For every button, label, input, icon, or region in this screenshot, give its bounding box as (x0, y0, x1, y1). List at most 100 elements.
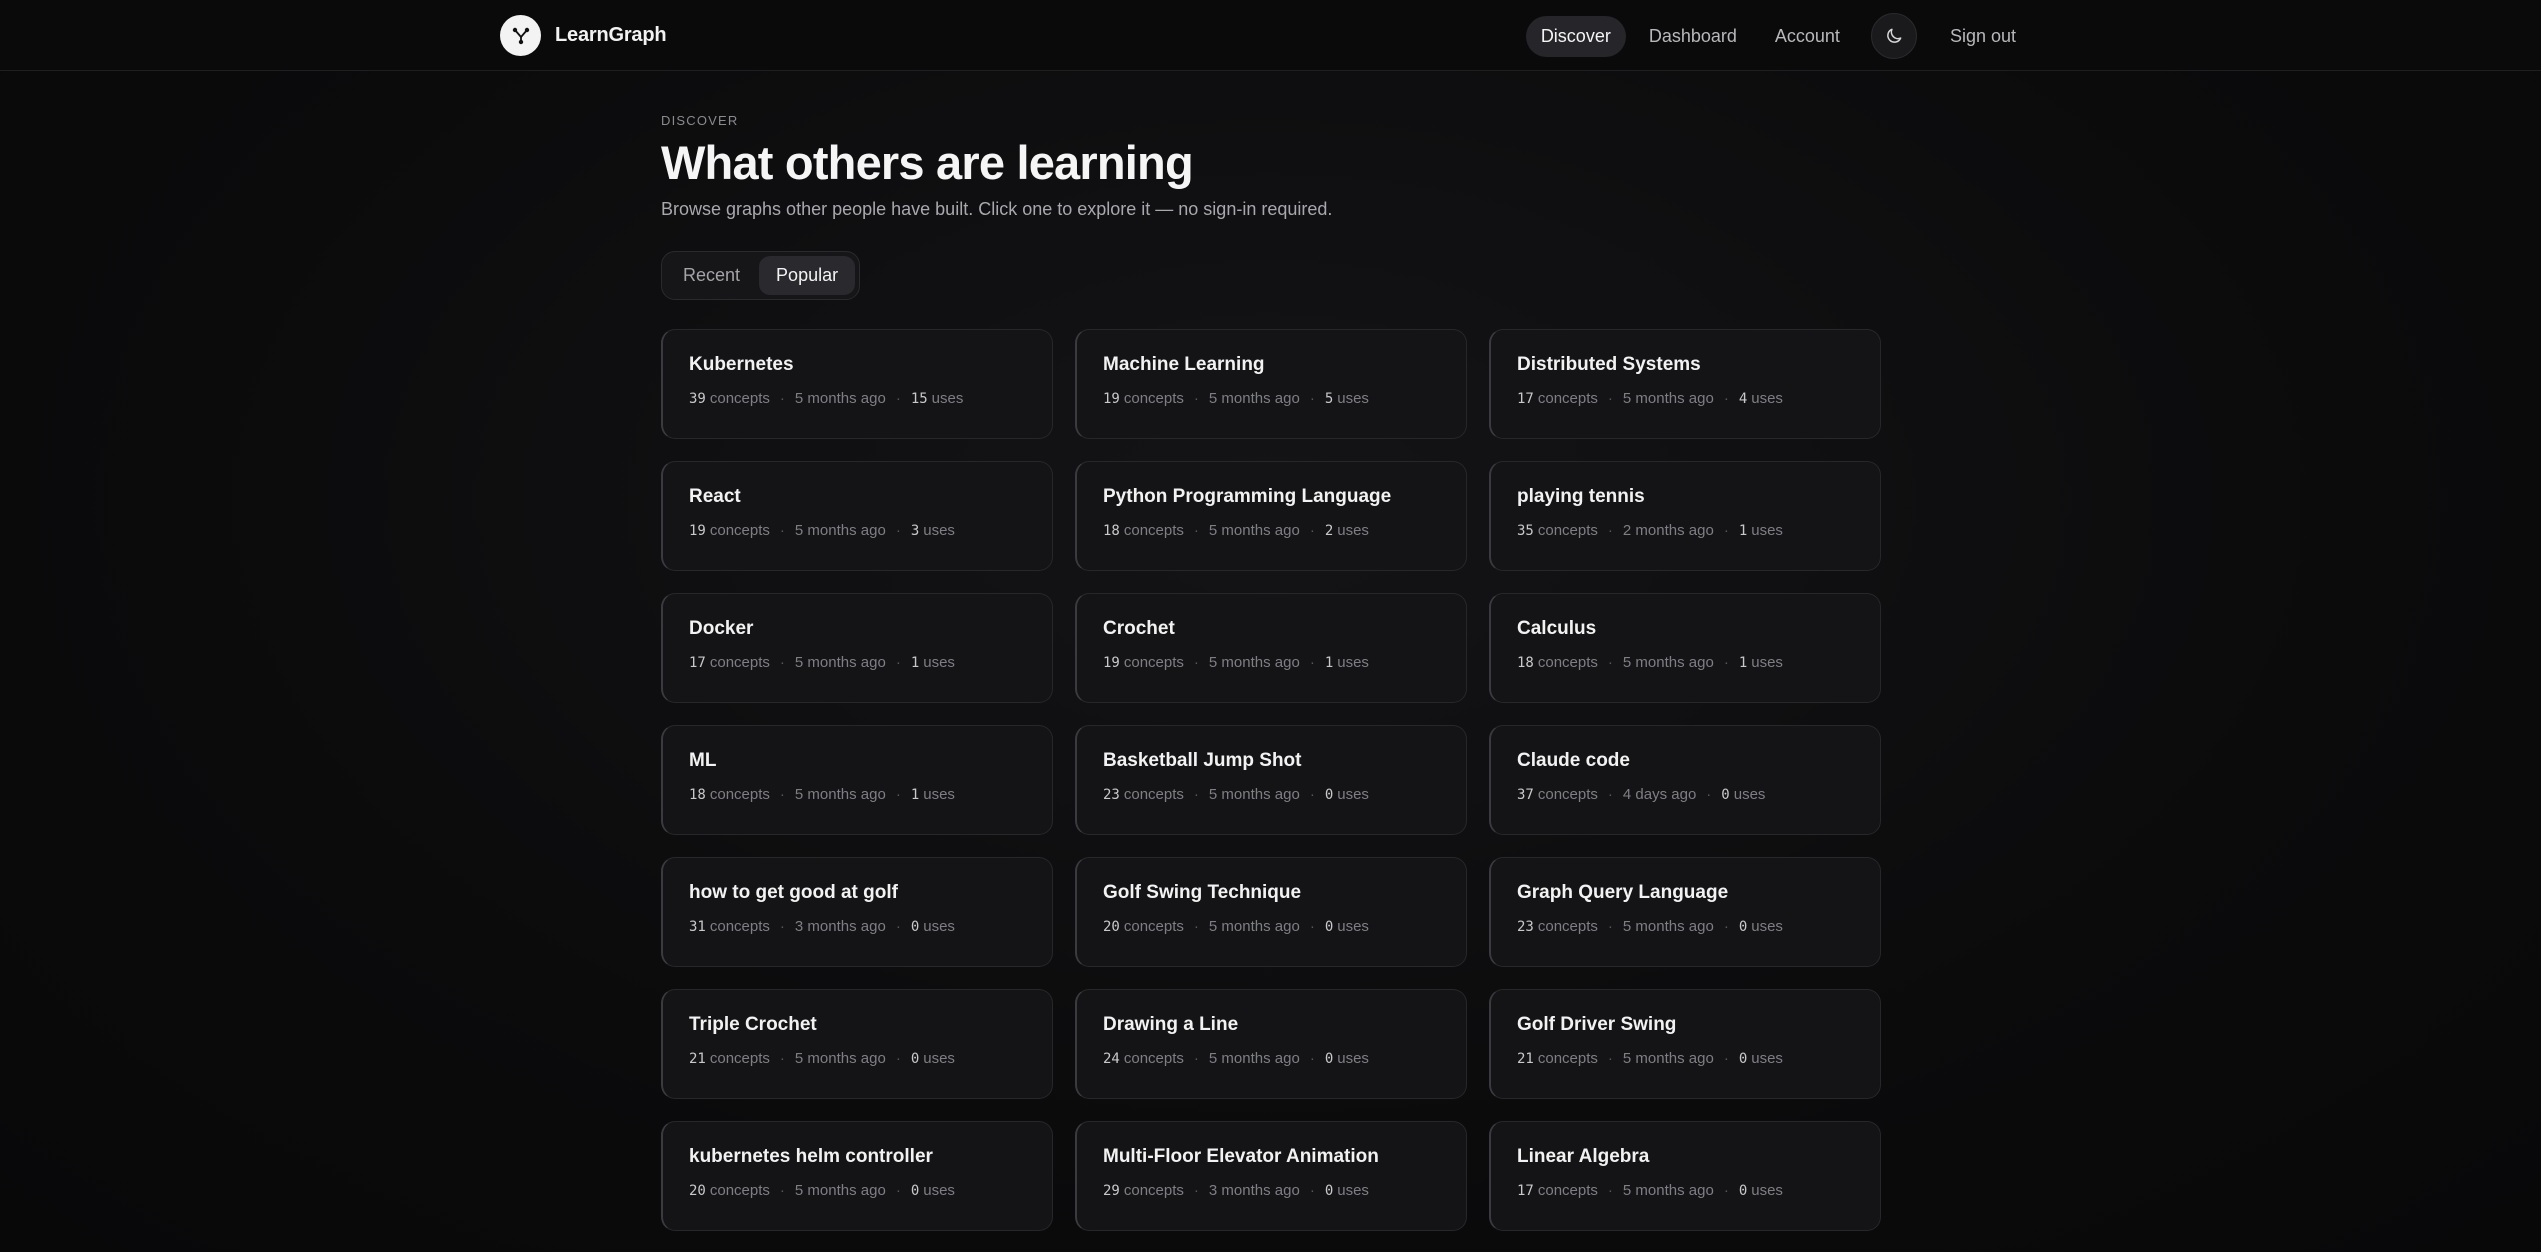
uses-label: uses (923, 654, 955, 671)
meta-separator: · (1309, 786, 1315, 803)
graph-card[interactable]: Docker 17 concepts · 5 months ago · 1 uses (661, 593, 1053, 703)
uses-label: uses (1751, 390, 1783, 407)
meta-separator: · (895, 654, 901, 671)
graph-card-meta: 17 concepts · 5 months ago · 1 uses (689, 654, 1026, 671)
graph-card[interactable]: Basketball Jump Shot 23 concepts · 5 months … (1075, 725, 1467, 835)
meta-separator: · (1607, 390, 1613, 407)
graph-card-meta: 29 concepts · 3 months ago · 0 uses (1103, 1182, 1440, 1199)
concept-count: 39 (689, 390, 706, 407)
nav-dashboard[interactable]: Dashboard (1634, 16, 1752, 57)
concepts-label: concepts (709, 522, 770, 539)
concepts-label: concepts (1123, 918, 1184, 935)
graph-card[interactable]: Claude code 37 concepts · 4 days ago · 0 uses (1489, 725, 1881, 835)
meta-separator: · (1193, 390, 1199, 407)
uses-label: uses (923, 522, 955, 539)
meta-separator: · (1193, 786, 1199, 803)
concepts-label: concepts (1123, 390, 1184, 407)
graph-card[interactable]: Graph Query Language 23 concepts · 5 months … (1489, 857, 1881, 967)
graph-card[interactable]: Triple Crochet 21 concepts · 5 months ago · 0 u… (661, 989, 1053, 1099)
updated-time: 5 months ago (1622, 390, 1714, 407)
graph-card[interactable]: Machine Learning 19 concepts · 5 months ago ·… (1075, 329, 1467, 439)
graph-card[interactable]: ML 18 concepts · 5 months ago · 1 uses (661, 725, 1053, 835)
uses-label: uses (1751, 1050, 1783, 1067)
uses-label: uses (1337, 1050, 1369, 1067)
concepts-label: concepts (1537, 654, 1598, 671)
updated-time: 5 months ago (794, 1050, 886, 1067)
concepts-label: concepts (709, 654, 770, 671)
nav-account[interactable]: Account (1760, 16, 1855, 57)
graph-card[interactable]: Kubernetes 39 concepts · 5 months ago · 15 uses (661, 329, 1053, 439)
meta-separator: · (779, 1182, 785, 1199)
graph-card[interactable]: Golf Driver Swing 21 concepts · 5 months ago… (1489, 989, 1881, 1099)
meta-separator: · (1309, 522, 1315, 539)
meta-separator: · (1607, 654, 1613, 671)
tab-popular[interactable]: Popular (759, 256, 856, 295)
use-count: 1 (1738, 522, 1748, 539)
meta-separator: · (1309, 654, 1315, 671)
updated-time: 5 months ago (1208, 786, 1300, 803)
graph-card[interactable]: React 19 concepts · 5 months ago · 3 uses (661, 461, 1053, 571)
graph-card[interactable]: Linear Algebra 17 concepts · 5 months ago · 0 u… (1489, 1121, 1881, 1231)
graph-card[interactable]: Calculus 18 concepts · 5 months ago · 1 uses (1489, 593, 1881, 703)
graph-card-meta: 17 concepts · 5 months ago · 4 uses (1517, 390, 1854, 407)
graph-card[interactable]: playing tennis 35 concepts · 2 months ago · 1 u… (1489, 461, 1881, 571)
graph-card[interactable]: Drawing a Line 24 concepts · 5 months ago · 0 u… (1075, 989, 1467, 1099)
tab-recent[interactable]: Recent (666, 256, 757, 295)
graph-card-title: Linear Algebra (1517, 1146, 1650, 1167)
graph-card-meta: 19 concepts · 5 months ago · 3 uses (689, 522, 1026, 539)
theme-toggle-button[interactable] (1870, 13, 1917, 59)
meta-separator: · (1723, 522, 1729, 539)
graph-card-meta: 37 concepts · 4 days ago · 0 uses (1517, 786, 1854, 803)
uses-label: uses (923, 786, 955, 803)
meta-separator: · (1193, 1050, 1199, 1067)
sign-out-button[interactable]: Sign out (1935, 16, 2031, 57)
nav-discover[interactable]: Discover (1525, 15, 1626, 57)
use-count: 0 (1738, 1050, 1748, 1067)
concept-count: 31 (689, 918, 706, 935)
graph-card-title: Graph Query Language (1517, 882, 1729, 903)
use-count: 3 (910, 522, 920, 539)
graph-card-title: Claude code (1517, 750, 1630, 771)
graph-card-title: React (689, 486, 741, 507)
brand-link[interactable]: LearnGraph (500, 15, 667, 56)
use-count: 0 (910, 1182, 920, 1199)
uses-label: uses (1337, 654, 1369, 671)
concepts-label: concepts (1123, 786, 1184, 803)
concept-count: 23 (1517, 918, 1534, 935)
graph-card-title: Calculus (1517, 618, 1597, 639)
graph-card-meta: 17 concepts · 5 months ago · 0 uses (1517, 1182, 1854, 1199)
concepts-label: concepts (709, 918, 770, 935)
updated-time: 3 months ago (1208, 1182, 1300, 1199)
concept-count: 19 (1103, 654, 1120, 671)
meta-separator: · (779, 918, 785, 935)
graph-card[interactable]: kubernetes helm controller 20 concepts · 5 m… (661, 1121, 1053, 1231)
graph-card[interactable]: Crochet 19 concepts · 5 months ago · 1 uses (1075, 593, 1467, 703)
meta-separator: · (1309, 918, 1315, 935)
use-count: 1 (1738, 654, 1748, 671)
updated-time: 5 months ago (794, 390, 886, 407)
meta-separator: · (1723, 390, 1729, 407)
graph-card-meta: 23 concepts · 5 months ago · 0 uses (1517, 918, 1854, 935)
updated-time: 5 months ago (794, 654, 886, 671)
use-count: 0 (1324, 786, 1334, 803)
meta-separator: · (779, 1050, 785, 1067)
graph-card[interactable]: Golf Swing Technique 20 concepts · 5 months … (1075, 857, 1467, 967)
sort-toggle: Recent Popular (661, 251, 861, 300)
updated-time: 5 months ago (794, 1182, 886, 1199)
graph-card[interactable]: Python Programming Language 18 concepts · 5 … (1075, 461, 1467, 571)
concept-count: 20 (1103, 918, 1120, 935)
concept-count: 19 (689, 522, 706, 539)
meta-separator: · (895, 786, 901, 803)
graph-card-title: Golf Driver Swing (1517, 1014, 1677, 1035)
graph-card[interactable]: how to get good at golf 31 concepts · 3 mont… (661, 857, 1053, 967)
page-subtitle: Browse graphs other people have built. C… (661, 199, 1333, 219)
page-title: What others are learning (661, 136, 1194, 189)
use-count: 4 (1738, 390, 1748, 407)
meta-separator: · (779, 654, 785, 671)
graph-card[interactable]: Distributed Systems 17 concepts · 5 months a… (1489, 329, 1881, 439)
concepts-label: concepts (709, 390, 770, 407)
graph-card[interactable]: Multi-Floor Elevator Animation 29 concepts… (1075, 1121, 1467, 1231)
graph-card-title: ML (689, 750, 717, 771)
updated-time: 5 months ago (1208, 918, 1300, 935)
use-count: 0 (1738, 918, 1748, 935)
